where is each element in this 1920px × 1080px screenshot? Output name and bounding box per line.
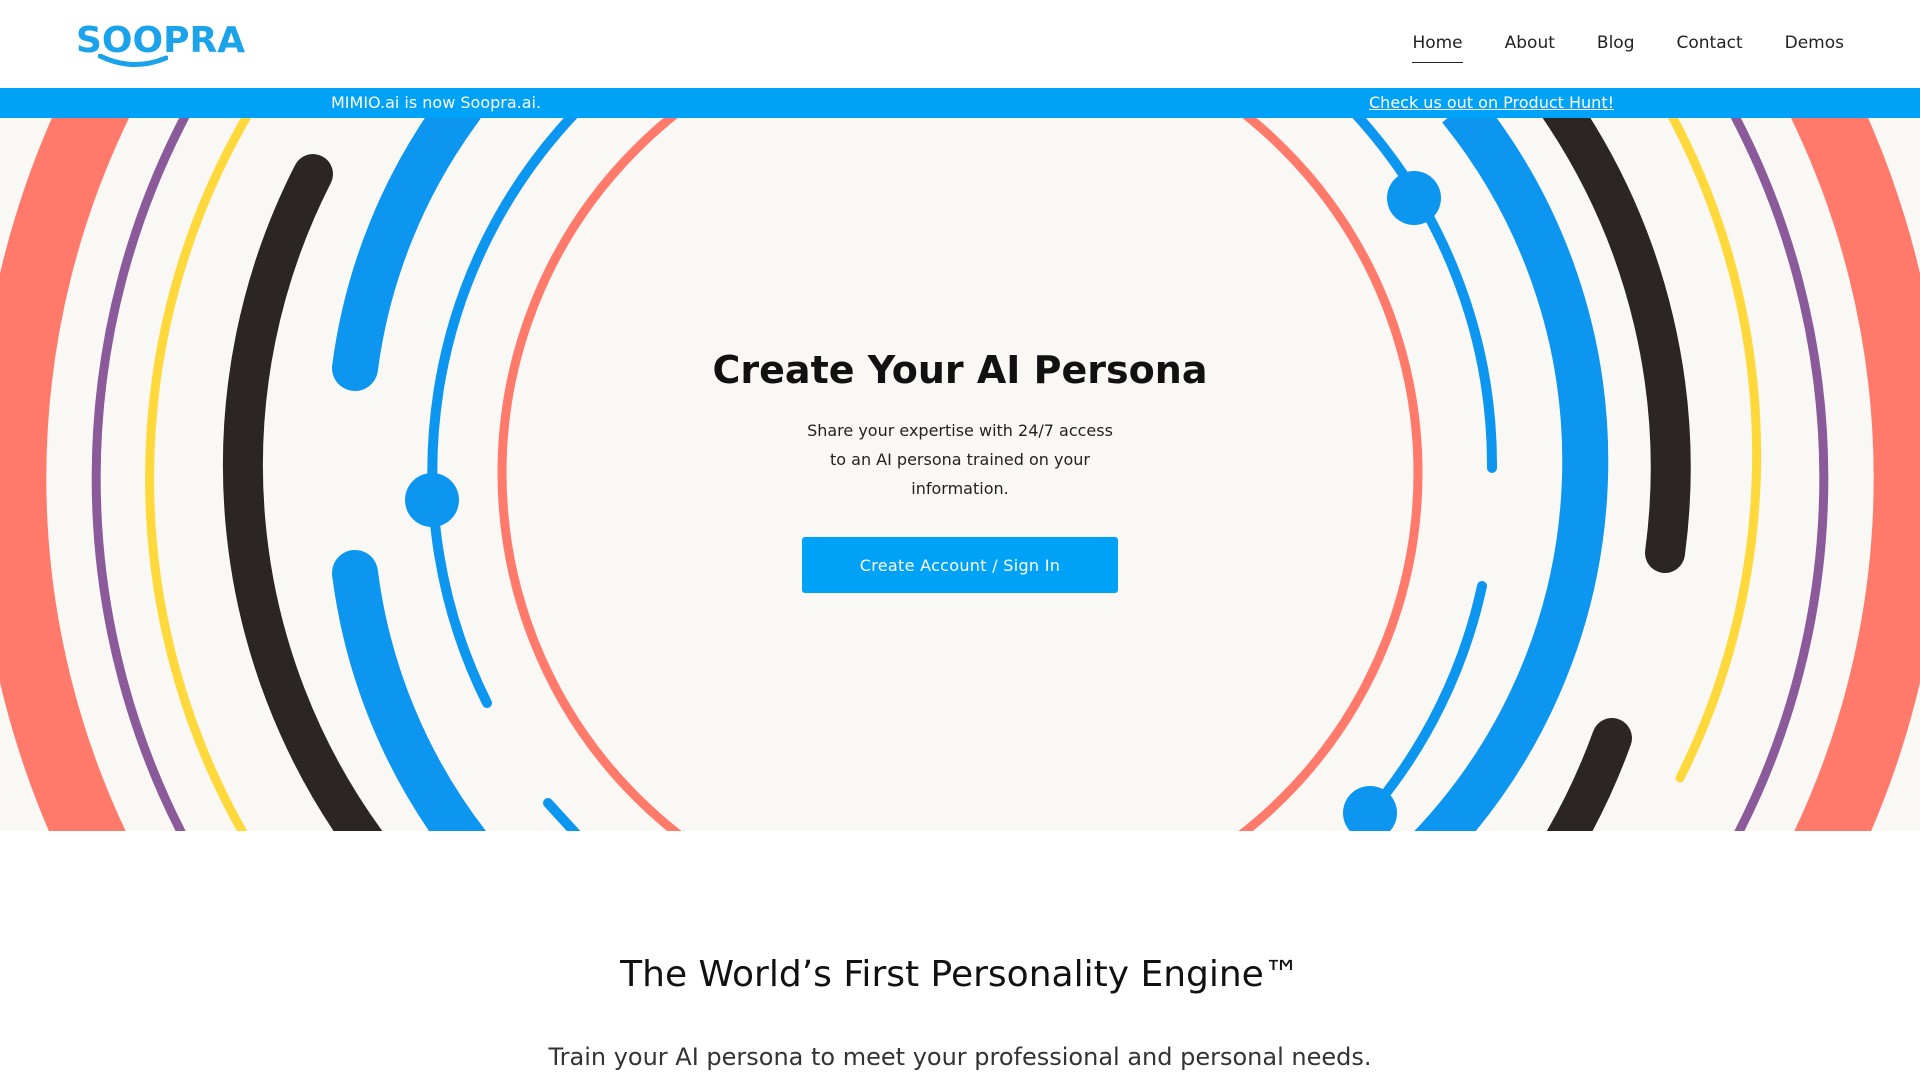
create-account-button[interactable]: Create Account / Sign In xyxy=(802,537,1118,593)
personality-engine-section: The World’s First Personality Engine™ Tr… xyxy=(0,831,1920,1080)
section-subtitle: Train your AI persona to meet your profe… xyxy=(548,1043,1372,1071)
rebrand-notice: MIMIO.ai is now Soopra.ai. xyxy=(331,93,542,112)
hero-title: Create Your AI Persona xyxy=(712,348,1208,392)
hero-content: Create Your AI Persona Share your expert… xyxy=(660,346,1260,593)
logo-smile-icon xyxy=(98,54,168,68)
announcement-banner: MIMIO.ai is now Soopra.ai. Check us out … xyxy=(0,88,1920,118)
soopra-logo[interactable]: SOOPRA xyxy=(76,18,245,68)
site-header: SOOPRA Home About Blog Contact Demos xyxy=(0,0,1920,88)
hero-section: Create Your AI Persona Share your expert… xyxy=(0,118,1920,831)
hero-subtitle: Share your expertise with 24/7 access to… xyxy=(807,421,1113,498)
main-nav: Home About Blog Contact Demos xyxy=(1412,30,1844,63)
nav-demos[interactable]: Demos xyxy=(1785,30,1844,60)
nav-about[interactable]: About xyxy=(1505,30,1555,60)
nav-home[interactable]: Home xyxy=(1412,30,1463,63)
section-title: The World’s First Personality Engine™ xyxy=(620,954,1300,995)
product-hunt-link[interactable]: Check us out on Product Hunt! xyxy=(1369,93,1614,112)
nav-contact[interactable]: Contact xyxy=(1676,30,1742,60)
nav-blog[interactable]: Blog xyxy=(1597,30,1635,60)
